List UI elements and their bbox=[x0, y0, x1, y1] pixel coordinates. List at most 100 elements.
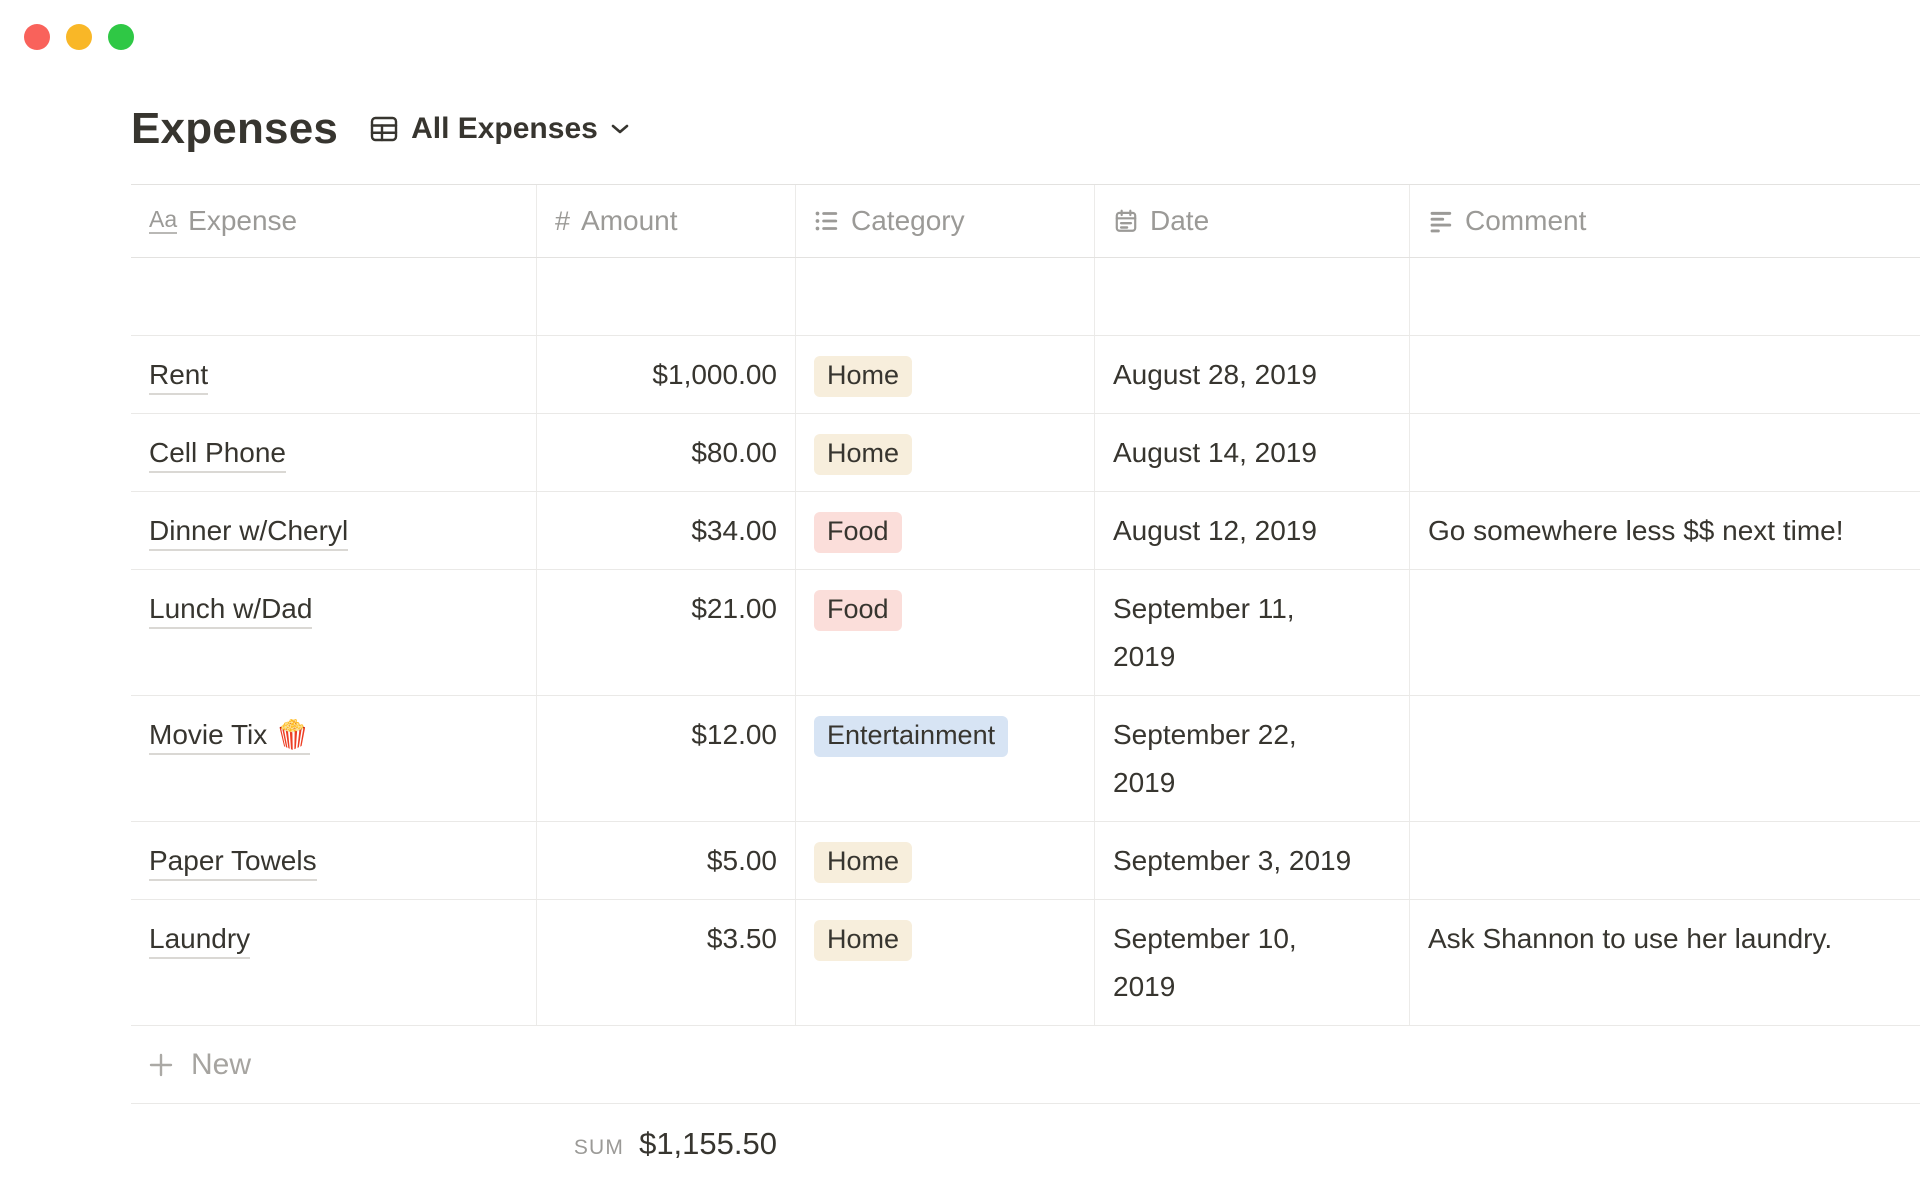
column-label: Comment bbox=[1465, 205, 1586, 237]
date-text: September 11, bbox=[1113, 594, 1391, 624]
category-tag: Food bbox=[814, 590, 902, 631]
cell-comment[interactable]: Ask Shannon to use her laundry. bbox=[1410, 900, 1920, 1025]
plus-icon bbox=[146, 1050, 176, 1080]
table-row: Lunch w/Dad $21.00 Food September 11, 2019 bbox=[131, 570, 1920, 696]
category-tag: Home bbox=[814, 434, 912, 475]
cell-expense[interactable]: Rent bbox=[131, 336, 537, 413]
cell-date[interactable]: August 14, 2019 bbox=[1095, 414, 1410, 491]
page-title: Expenses bbox=[131, 104, 338, 154]
page-header: Expenses All Expenses bbox=[131, 102, 1920, 156]
cell-expense[interactable]: Lunch w/Dad bbox=[131, 570, 537, 695]
column-header-amount[interactable]: # Amount bbox=[537, 185, 796, 257]
cell-category[interactable]: Home bbox=[796, 900, 1095, 1025]
date-text: 2019 bbox=[1113, 642, 1391, 672]
cell-category[interactable] bbox=[796, 258, 1095, 335]
cell-category[interactable]: Home bbox=[796, 336, 1095, 413]
date-text: August 14, 2019 bbox=[1113, 438, 1391, 468]
expenses-table: AaExpense # Amount Category Date Comment Rent… bbox=[131, 184, 1920, 1162]
category-tag: Entertainment bbox=[814, 716, 1008, 757]
cell-comment[interactable]: Go somewhere less $$ next time! bbox=[1410, 492, 1920, 569]
cell-category[interactable]: Home bbox=[796, 822, 1095, 899]
new-row-button[interactable]: New bbox=[131, 1026, 1920, 1104]
cell-comment[interactable] bbox=[1410, 570, 1920, 695]
table-row: Movie Tix 🍿 $12.00 Entertainment September … bbox=[131, 696, 1920, 822]
column-header-date[interactable]: Date bbox=[1095, 185, 1410, 257]
calendar-icon bbox=[1113, 208, 1139, 234]
cell-amount[interactable]: $3.50 bbox=[537, 900, 796, 1025]
cell-date[interactable]: September 3, 2019 bbox=[1095, 822, 1410, 899]
expense-title: Cell Phone bbox=[149, 437, 286, 473]
date-text: 2019 bbox=[1113, 768, 1391, 798]
cell-date[interactable]: August 12, 2019 bbox=[1095, 492, 1410, 569]
table-header-row: AaExpense # Amount Category Date Comment bbox=[131, 185, 1920, 258]
expense-title: Rent bbox=[149, 359, 208, 395]
column-label: Amount bbox=[581, 205, 678, 237]
window-controls bbox=[24, 24, 134, 50]
table-row: Rent $1,000.00 Home August 28, 2019 bbox=[131, 336, 1920, 414]
expense-title: Laundry bbox=[149, 923, 250, 959]
view-switcher[interactable]: All Expenses bbox=[368, 112, 631, 146]
table-row: Cell Phone $80.00 Home August 14, 2019 bbox=[131, 414, 1920, 492]
cell-expense[interactable] bbox=[131, 258, 537, 335]
cell-category[interactable]: Home bbox=[796, 414, 1095, 491]
sum-row: SUM $1,155.50 bbox=[131, 1104, 1920, 1162]
date-text: September 3, 2019 bbox=[1113, 846, 1391, 876]
cell-amount[interactable] bbox=[537, 258, 796, 335]
sum-value: $1,155.50 bbox=[639, 1126, 777, 1162]
cell-category[interactable]: Food bbox=[796, 492, 1095, 569]
chevron-down-icon bbox=[609, 121, 631, 137]
cell-category[interactable]: Entertainment bbox=[796, 696, 1095, 821]
new-row-label: New bbox=[191, 1048, 251, 1082]
zoom-button[interactable] bbox=[108, 24, 134, 50]
table-view-icon bbox=[368, 113, 400, 145]
expense-title: Lunch w/Dad bbox=[149, 593, 312, 629]
close-button[interactable] bbox=[24, 24, 50, 50]
cell-expense[interactable]: Movie Tix 🍿 bbox=[131, 696, 537, 821]
expense-title: Paper Towels bbox=[149, 845, 317, 881]
cell-comment[interactable] bbox=[1410, 696, 1920, 821]
cell-expense[interactable]: Cell Phone bbox=[131, 414, 537, 491]
cell-expense[interactable]: Dinner w/Cheryl bbox=[131, 492, 537, 569]
minimize-button[interactable] bbox=[66, 24, 92, 50]
date-text: 2019 bbox=[1113, 972, 1391, 1002]
cell-amount[interactable]: $12.00 bbox=[537, 696, 796, 821]
category-tag: Home bbox=[814, 356, 912, 397]
expense-title: Dinner w/Cheryl bbox=[149, 515, 348, 551]
cell-date[interactable] bbox=[1095, 258, 1410, 335]
cell-comment[interactable] bbox=[1410, 414, 1920, 491]
cell-category[interactable]: Food bbox=[796, 570, 1095, 695]
column-header-category[interactable]: Category bbox=[796, 185, 1095, 257]
text-align-icon bbox=[1428, 208, 1454, 234]
cell-expense[interactable]: Laundry bbox=[131, 900, 537, 1025]
select-icon bbox=[814, 208, 840, 234]
cell-amount[interactable]: $1,000.00 bbox=[537, 336, 796, 413]
number-icon: # bbox=[555, 208, 570, 235]
cell-comment[interactable] bbox=[1410, 258, 1920, 335]
amount-sum[interactable]: SUM $1,155.50 bbox=[537, 1104, 796, 1162]
category-tag: Home bbox=[814, 842, 912, 883]
cell-comment[interactable] bbox=[1410, 336, 1920, 413]
table-row bbox=[131, 258, 1920, 336]
cell-date[interactable]: August 28, 2019 bbox=[1095, 336, 1410, 413]
cell-date[interactable]: September 10, 2019 bbox=[1095, 900, 1410, 1025]
column-header-comment[interactable]: Comment bbox=[1410, 185, 1920, 257]
date-text: August 28, 2019 bbox=[1113, 360, 1391, 390]
cell-date[interactable]: September 11, 2019 bbox=[1095, 570, 1410, 695]
expense-title: Movie Tix 🍿 bbox=[149, 719, 310, 755]
cell-date[interactable]: September 22,2019 bbox=[1095, 696, 1410, 821]
date-text: August 12, 2019 bbox=[1113, 516, 1391, 546]
cell-amount[interactable]: $5.00 bbox=[537, 822, 796, 899]
view-name: All Expenses bbox=[411, 112, 598, 146]
table-row: Laundry $3.50Home September 10, 2019 Ask Sha… bbox=[131, 900, 1920, 1026]
cell-amount[interactable]: $34.00 bbox=[537, 492, 796, 569]
page: Expenses All Expenses AaExpense # Amount Ca… bbox=[0, 0, 1920, 1162]
table-row: Paper Towels $5.00 Home September 3, 2019 bbox=[131, 822, 1920, 900]
sum-label: SUM bbox=[574, 1136, 624, 1160]
column-header-expense[interactable]: AaExpense bbox=[131, 185, 537, 257]
cell-amount[interactable]: $80.00 bbox=[537, 414, 796, 491]
cell-amount[interactable]: $21.00 bbox=[537, 570, 796, 695]
cell-expense[interactable]: Paper Towels bbox=[131, 822, 537, 899]
column-label: Category bbox=[851, 205, 965, 237]
date-text: September 10, bbox=[1113, 924, 1391, 954]
cell-comment[interactable] bbox=[1410, 822, 1920, 899]
